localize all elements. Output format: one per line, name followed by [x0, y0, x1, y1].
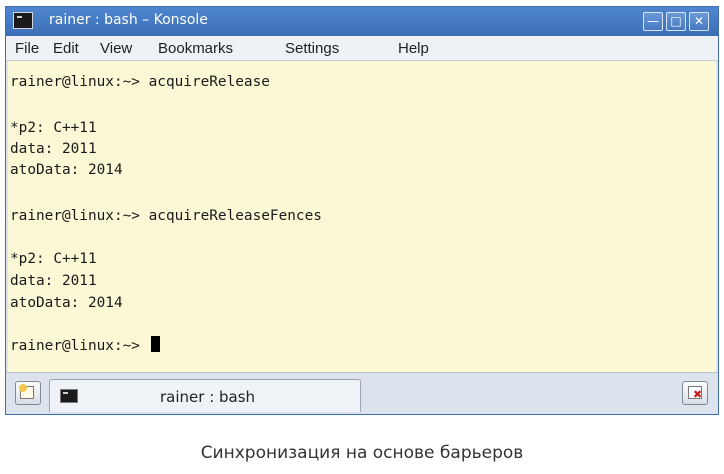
- menu-edit[interactable]: Edit: [53, 40, 79, 57]
- terminal-icon: [60, 389, 78, 403]
- tab-bar: rainer : bash: [6, 372, 718, 414]
- terminal-prompt-line: rainer@linux:~>: [10, 336, 160, 355]
- terminal-prompt: rainer@linux:~>: [10, 338, 149, 354]
- tab-label: rainer : bash: [160, 388, 256, 406]
- terminal-line: *p2: C++11: [10, 251, 97, 267]
- figure-caption: Синхронизация на основе барьеров: [200, 443, 524, 463]
- maximize-button[interactable]: □: [666, 12, 686, 31]
- konsole-window: rainer : bash – Konsole — □ ✕ File Edit …: [5, 6, 719, 415]
- terminal-line: atoData: 2014: [10, 162, 123, 178]
- new-tab-button[interactable]: [15, 381, 41, 405]
- terminal-line: data: 2011: [10, 273, 97, 289]
- menu-settings[interactable]: Settings: [285, 40, 339, 57]
- text-cursor: [150, 336, 160, 352]
- terminal-icon[interactable]: [13, 12, 33, 29]
- terminal-line: rainer@linux:~> acquireReleaseFences: [10, 208, 322, 224]
- tab-session[interactable]: rainer : bash: [49, 379, 361, 412]
- close-button[interactable]: ✕: [689, 12, 709, 31]
- title-bar[interactable]: rainer : bash – Konsole — □ ✕: [6, 7, 718, 36]
- menu-view[interactable]: View: [100, 40, 132, 57]
- close-tab-button[interactable]: [682, 381, 708, 405]
- menu-help[interactable]: Help: [398, 40, 429, 57]
- window-title: rainer : bash – Konsole: [49, 12, 208, 28]
- menu-file[interactable]: File: [15, 40, 39, 57]
- menu-bar: File Edit View Bookmarks Settings Help: [6, 36, 718, 61]
- terminal-output[interactable]: rainer@linux:~> acquireRelease *p2: C++1…: [8, 61, 716, 372]
- terminal-line: rainer@linux:~> acquireRelease: [10, 74, 270, 90]
- terminal-line: *p2: C++11: [10, 120, 97, 136]
- minimize-button[interactable]: —: [643, 12, 663, 31]
- terminal-line: data: 2011: [10, 141, 97, 157]
- menu-bookmarks[interactable]: Bookmarks: [158, 40, 233, 57]
- terminal-line: atoData: 2014: [10, 295, 123, 311]
